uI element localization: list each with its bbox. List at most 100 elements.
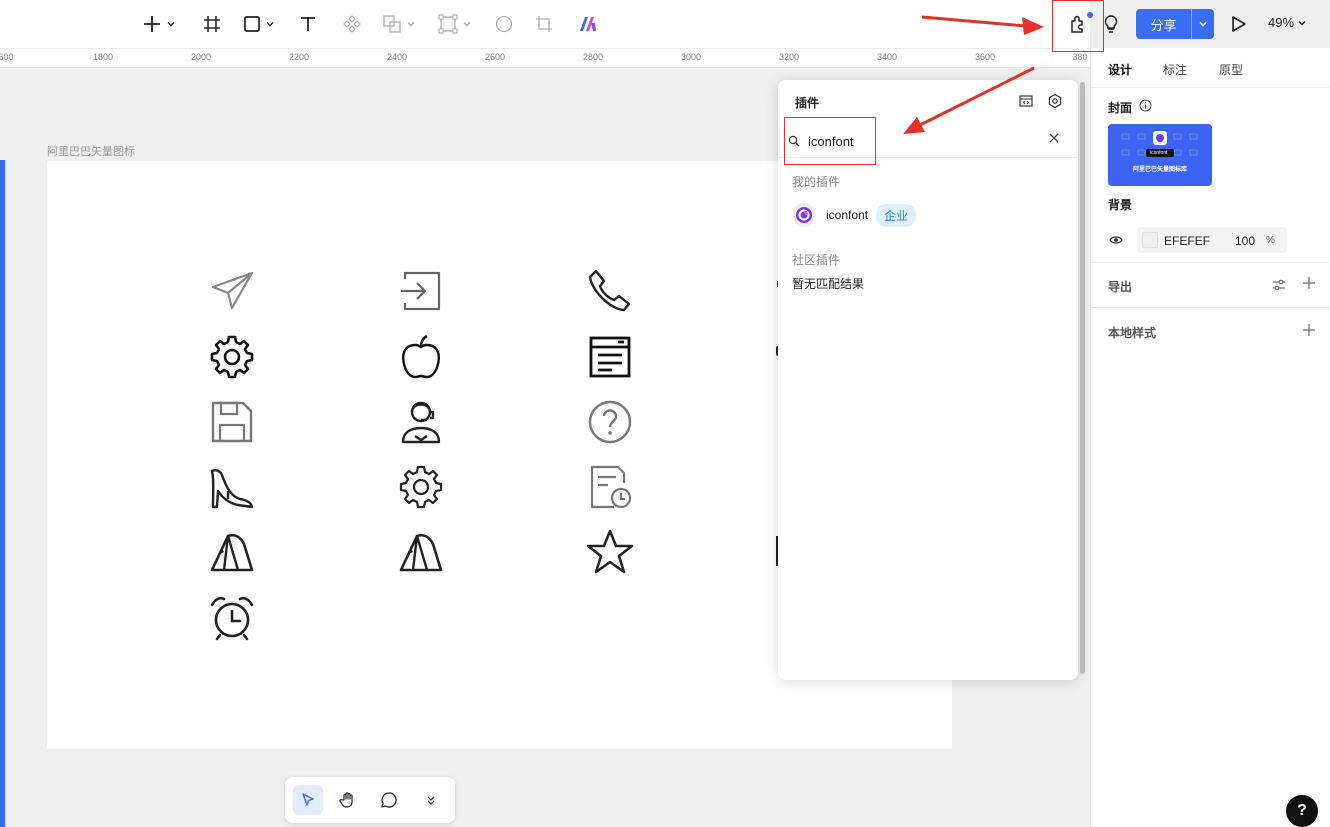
tab-annotate[interactable]: 标注 (1163, 61, 1187, 78)
close-icon (1049, 133, 1059, 143)
chevron-down-icon (463, 22, 471, 27)
tab-prototype[interactable]: 原型 (1219, 61, 1243, 78)
sliders-icon (1273, 279, 1285, 291)
text-tool-button[interactable] (298, 12, 318, 36)
opacity-unit: % (1266, 235, 1275, 246)
cursor-icon (302, 793, 314, 806)
divider (1091, 262, 1330, 263)
bottom-toolbar (285, 777, 455, 823)
schedule-doc-icon[interactable] (586, 463, 634, 511)
add-style-button[interactable] (1302, 323, 1316, 340)
ruler-label: 380 (1072, 52, 1088, 62)
tent-icon[interactable] (208, 528, 256, 576)
background-swatch[interactable] (1142, 232, 1158, 248)
background-hex[interactable]: EFEFEF (1164, 234, 1210, 248)
circle-icon (495, 15, 513, 33)
chevron-down-icon (167, 22, 175, 27)
plugin-panel-scrollbar[interactable] (1080, 82, 1085, 674)
frame-icon (204, 16, 220, 32)
vector-icon (438, 14, 458, 34)
phone-icon[interactable] (586, 267, 634, 315)
no-results-text: 暂无匹配结果 (792, 277, 865, 291)
info-icon[interactable] (1139, 99, 1152, 115)
code-window-icon (1019, 95, 1033, 107)
gear-outline-icon[interactable] (397, 463, 445, 511)
chevron-down-icon (1199, 21, 1207, 27)
play-icon (1232, 16, 1246, 32)
comment-icon (381, 792, 397, 808)
component-icon (343, 15, 361, 33)
select-tool-button[interactable] (293, 785, 323, 815)
zoom-dropdown[interactable]: 49% (1268, 15, 1307, 30)
paper-plane-icon[interactable] (208, 267, 256, 315)
alarm-clock-icon[interactable] (208, 593, 256, 641)
top-toolbar: 分享 49% (0, 0, 1306, 48)
component-tool-button[interactable] (342, 12, 362, 36)
add-tool-button[interactable] (142, 12, 176, 36)
boolean-icon (383, 15, 401, 33)
plugin-name: iconfont (826, 208, 869, 222)
enterprise-badge: 企业 (876, 203, 917, 227)
high-heel-icon[interactable] (208, 463, 256, 511)
background-color-field[interactable] (1137, 227, 1287, 253)
crop-tool-button[interactable] (535, 12, 553, 36)
add-export-button[interactable] (1302, 276, 1316, 293)
background-heading: 背景 (1108, 198, 1133, 212)
more-tools-button[interactable] (416, 785, 446, 815)
visibility-toggle[interactable] (1109, 234, 1123, 249)
zoom-value: 49% (1268, 15, 1295, 30)
plugin-settings-button[interactable] (1047, 93, 1063, 109)
apple-icon[interactable] (397, 333, 445, 381)
gear-icon[interactable] (208, 333, 256, 381)
vector-tool-button[interactable] (438, 12, 472, 36)
ai-icon (580, 17, 596, 31)
annotation-highlight-search (784, 117, 876, 165)
double-chevron-down-icon (427, 796, 435, 805)
frame-tool-button[interactable] (202, 12, 222, 36)
cover-heading: 封面 (1108, 101, 1133, 115)
tab-design[interactable]: 设计 (1108, 61, 1132, 78)
frame-label[interactable]: 阿里巴巴矢量图标 (47, 143, 135, 159)
boolean-tool-button[interactable] (382, 12, 416, 36)
help-button[interactable]: ? (1286, 795, 1318, 827)
text-icon (301, 17, 315, 31)
ruler-label: 2600 (484, 52, 506, 62)
plugin-item-iconfont[interactable]: iconfont 企业 (792, 203, 917, 227)
cover-badge-text: iconfont (1150, 150, 1168, 156)
plugin-code-button[interactable] (1018, 93, 1034, 109)
ai-tool-button[interactable] (578, 12, 598, 36)
export-settings-button[interactable] (1271, 277, 1287, 296)
save-disk-icon[interactable] (208, 398, 256, 446)
plugin-panel-title: 插件 (795, 96, 820, 110)
background-opacity[interactable]: 100 (1235, 234, 1255, 248)
chevron-down-icon (1298, 20, 1306, 25)
customer-service-icon[interactable] (397, 398, 445, 446)
comment-tool-button[interactable] (374, 785, 404, 815)
idea-button[interactable] (1101, 12, 1121, 36)
share-button[interactable]: 分享 (1136, 9, 1214, 39)
divider (1091, 307, 1330, 308)
ruler-label: 2000 (190, 52, 212, 62)
question-circle-icon[interactable] (586, 398, 634, 446)
clear-search-button[interactable] (1048, 132, 1060, 147)
list-window-icon[interactable] (586, 333, 634, 381)
preview-play-button[interactable] (1228, 12, 1248, 36)
plus-icon (1303, 324, 1315, 336)
ruler-label: 2800 (582, 52, 604, 62)
hand-tool-button[interactable] (333, 785, 363, 815)
rectangle-tool-button[interactable] (243, 12, 275, 36)
cover-title-text: 阿里巴巴矢量图标库 (1132, 167, 1187, 173)
iconfont-logo-icon (792, 203, 816, 227)
lightbulb-icon (1104, 15, 1118, 33)
ruler-label: 2400 (386, 52, 408, 62)
cover-thumbnail[interactable]: iconfont 阿里巴巴矢量图标库 (1108, 124, 1212, 186)
sign-in-icon[interactable] (397, 267, 445, 315)
circle-tool-button[interactable] (495, 12, 513, 36)
export-heading: 导出 (1108, 280, 1133, 294)
chevron-down-icon (266, 22, 274, 27)
selection-accent (0, 160, 5, 827)
star-icon[interactable] (586, 528, 634, 576)
tent-icon-2[interactable] (397, 528, 445, 576)
local-styles-heading: 本地样式 (1108, 326, 1157, 340)
share-dropdown[interactable] (1192, 19, 1214, 29)
